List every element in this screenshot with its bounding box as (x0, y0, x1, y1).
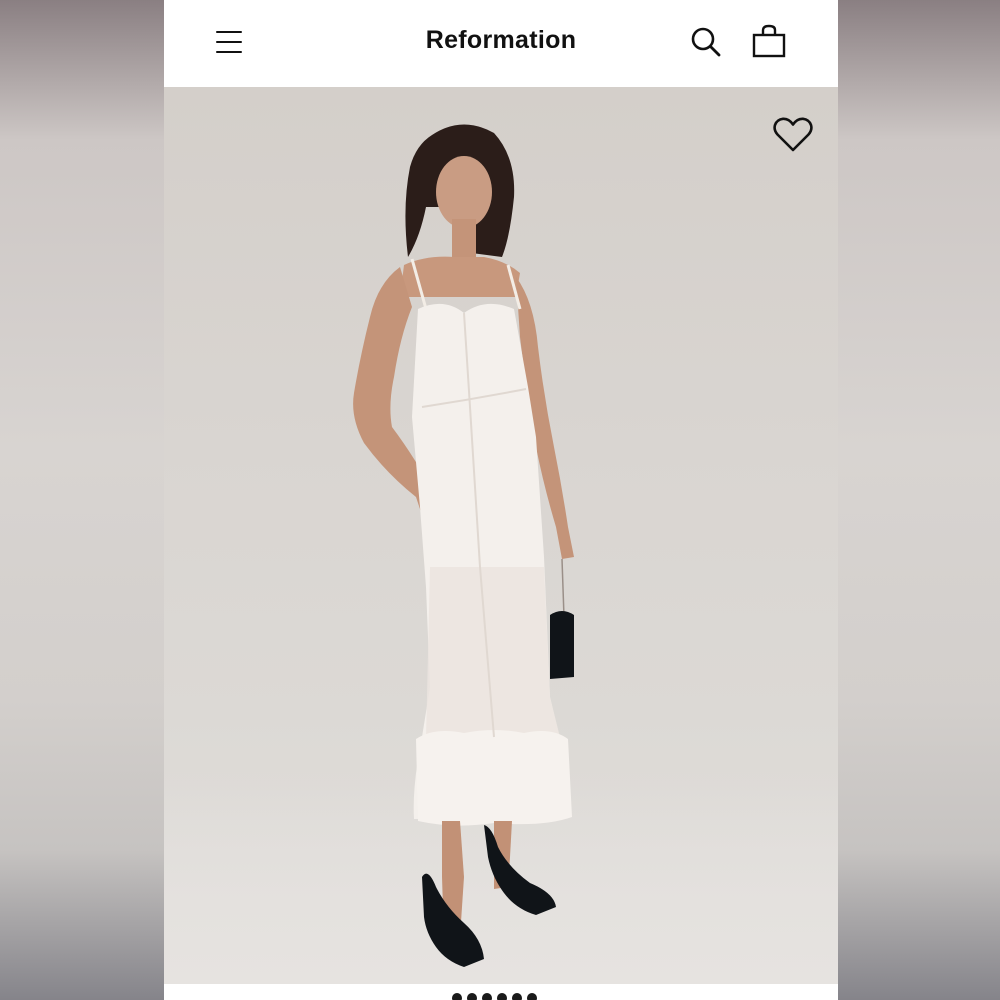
search-button[interactable] (688, 24, 724, 60)
brand-logo: Reformation (164, 26, 838, 55)
shopping-bag-button[interactable] (750, 22, 788, 60)
carousel-dot[interactable] (527, 993, 537, 1000)
favorite-button[interactable] (772, 115, 814, 153)
carousel-dot[interactable] (497, 993, 507, 1000)
backdrop-right (838, 0, 1000, 1000)
shopping-bag-icon (752, 24, 786, 58)
menu-button[interactable] (214, 28, 244, 58)
top-nav-bar: Reformation (164, 0, 838, 87)
mobile-screen: Reformation (164, 0, 838, 1000)
product-image[interactable] (164, 87, 838, 984)
carousel-dot[interactable] (482, 993, 492, 1000)
carousel-dot[interactable] (467, 993, 477, 1000)
carousel-dot[interactable] (452, 993, 462, 1000)
model-wearing-lace-dress (353, 124, 574, 967)
carousel-dot[interactable] (512, 993, 522, 1000)
backdrop-left (0, 0, 164, 1000)
brand-name[interactable]: Reformation (426, 26, 577, 54)
search-icon (691, 27, 721, 57)
carousel-pagination (452, 993, 537, 1000)
favorite-heart-icon (773, 117, 813, 152)
